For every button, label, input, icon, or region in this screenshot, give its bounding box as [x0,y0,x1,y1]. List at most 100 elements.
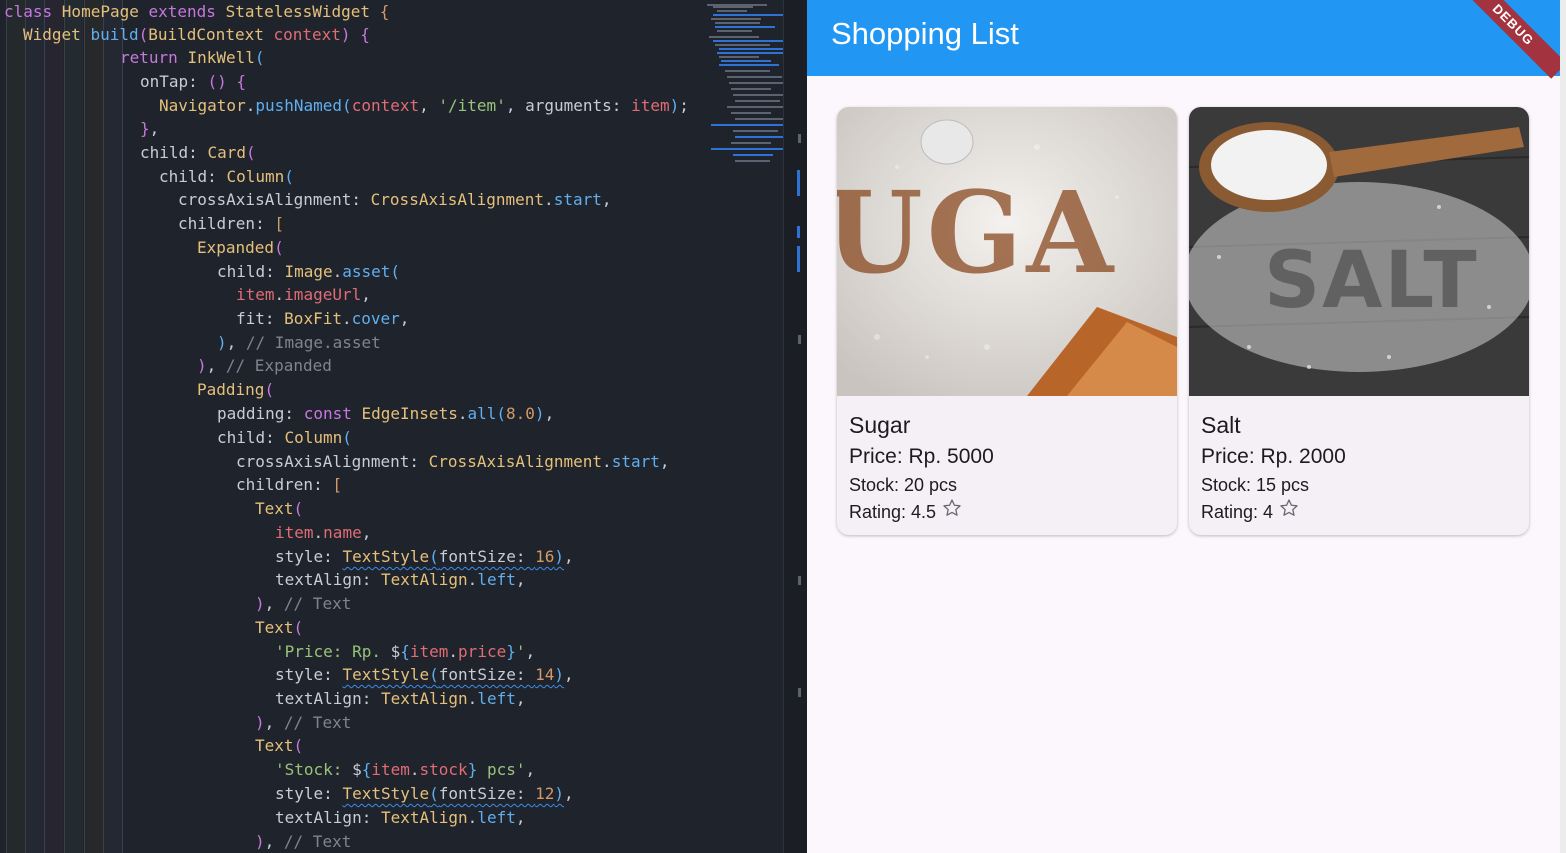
code-token: , [564,547,574,566]
product-card-sugar[interactable]: UGA Sugar Price: Rp. 5000 Stock: 20 pcs … [837,107,1177,535]
code-token: 'Stock: [275,760,353,779]
app-bar: Shopping List [807,0,1560,76]
code-line[interactable]: ), // Text [255,592,351,615]
minimap-line [731,112,771,114]
code-token: padding: [217,404,304,423]
code-line[interactable]: children: [ [236,473,342,496]
code-editor[interactable]: class HomePage extends StatelessWidget {… [0,0,783,853]
code-line[interactable]: Text( [255,497,303,520]
minimap[interactable] [705,0,783,190]
code-line[interactable]: fit: BoxFit.cover, [236,307,409,330]
code-line[interactable]: Text( [255,734,303,757]
minimap-line [735,100,780,102]
code-token: . [544,190,554,209]
code-line[interactable]: class HomePage extends StatelessWidget { [4,0,389,23]
code-line[interactable]: child: Column( [217,426,352,449]
code-token: ) [217,333,227,352]
scroll-marker [797,226,800,238]
code-token: ) [669,96,680,115]
code-line[interactable]: style: TextStyle(fontSize: 16), [275,545,574,568]
indent-band [103,0,122,853]
code-token: pcs' [477,760,526,779]
code-token: } [506,642,516,661]
code-line[interactable]: children: [ [178,212,284,235]
code-token: . [409,760,420,779]
product-card-salt[interactable]: SALT Salt Price: Rp. 2000 Stock: 15 pcs … [1189,107,1529,535]
product-price: Price: Rp. 5000 [849,445,994,468]
code-token: . [341,309,352,328]
code-token: ( [245,143,256,162]
code-token: cover [351,309,400,328]
code-line[interactable]: style: TextStyle(fontSize: 12), [275,782,574,805]
code-line[interactable]: ), // Image.asset [217,331,381,354]
code-token: ; [679,96,689,115]
code-token: { [360,25,370,44]
code-line[interactable]: }, [140,117,159,140]
code-token: BoxFit [284,309,342,328]
minimap-line [735,160,770,162]
code-line[interactable]: child: Column( [159,165,294,188]
code-token: ) [554,784,565,803]
code-token: item [371,760,410,779]
code-line[interactable]: textAlign: TextAlign.left, [275,687,525,710]
product-rating: Rating: 4.5 [849,502,937,522]
code-token: Card [207,143,246,162]
minimap-line [735,136,783,138]
code-token: crossAxisAlignment: [178,190,371,209]
code-token: child: [140,143,208,162]
code-token: . [602,452,612,471]
code-line[interactable]: crossAxisAlignment: CrossAxisAlignment.s… [178,188,612,211]
minimap-line [715,26,775,28]
code-token: crossAxisAlignment: [236,452,429,471]
code-token: fontSize: [438,665,536,684]
svg-text:SALT: SALT [1264,236,1479,326]
code-line[interactable]: style: TextStyle(fontSize: 14), [275,663,574,686]
code-token: . [467,570,478,589]
code-token: InkWell [187,48,255,67]
code-token: textAlign: [275,689,381,708]
code-token: ( [429,547,439,566]
code-token: Column [284,428,343,447]
code-line[interactable]: textAlign: TextAlign.left, [275,806,525,829]
code-line[interactable]: return InkWell( [120,46,265,69]
code-token: , [601,190,612,209]
code-token: , [206,356,226,375]
editor-scrollbar[interactable] [783,0,808,853]
code-line[interactable]: padding: const EdgeInsets.all(8.0), [217,402,554,425]
code-token: TextAlign [380,570,468,589]
svg-text:UGA: UGA [837,168,1117,299]
code-line[interactable]: ), // Expanded [197,354,332,377]
code-line[interactable]: child: Card( [140,141,256,164]
code-line[interactable]: crossAxisAlignment: CrossAxisAlignment.s… [236,450,670,473]
code-line[interactable]: child: Image.asset( [217,260,400,283]
code-line[interactable]: onTap: () { [140,70,246,93]
code-line[interactable]: Expanded( [197,236,284,259]
code-line[interactable]: Navigator.pushNamed(context, '/item', ar… [159,94,689,117]
code-token: , [361,523,372,542]
minimap-line [727,106,783,108]
code-token: ( [264,380,275,399]
code-line[interactable]: 'Stock: ${item.stock} pcs', [275,758,535,781]
code-token: . [274,285,285,304]
code-token: pushNamed [255,96,343,115]
code-line[interactable]: Padding( [197,378,274,401]
code-line[interactable]: ), // Text [255,711,351,734]
code-token: HomePage [61,2,149,21]
code-token: , [659,452,670,471]
code-line[interactable]: textAlign: TextAlign.left, [275,568,525,591]
code-line[interactable]: item.name, [275,521,371,544]
code-token: 'Price: Rp. [275,642,391,661]
code-line[interactable]: ), // Text [255,830,351,853]
code-token: CrossAxisAlignment [428,452,603,471]
minimap-line [713,40,783,42]
code-line[interactable]: 'Price: Rp. ${item.price}', [275,640,535,663]
minimap-line [711,18,761,20]
code-token: ( [284,167,294,186]
code-token: extends [148,2,226,21]
code-token: all [467,404,497,423]
code-line[interactable]: Widget build(BuildContext context) { [23,23,370,46]
star-outline-icon [942,498,962,526]
code-line[interactable]: item.imageUrl, [236,283,371,306]
code-line[interactable]: Text( [255,616,303,639]
code-token: style: [275,547,343,566]
